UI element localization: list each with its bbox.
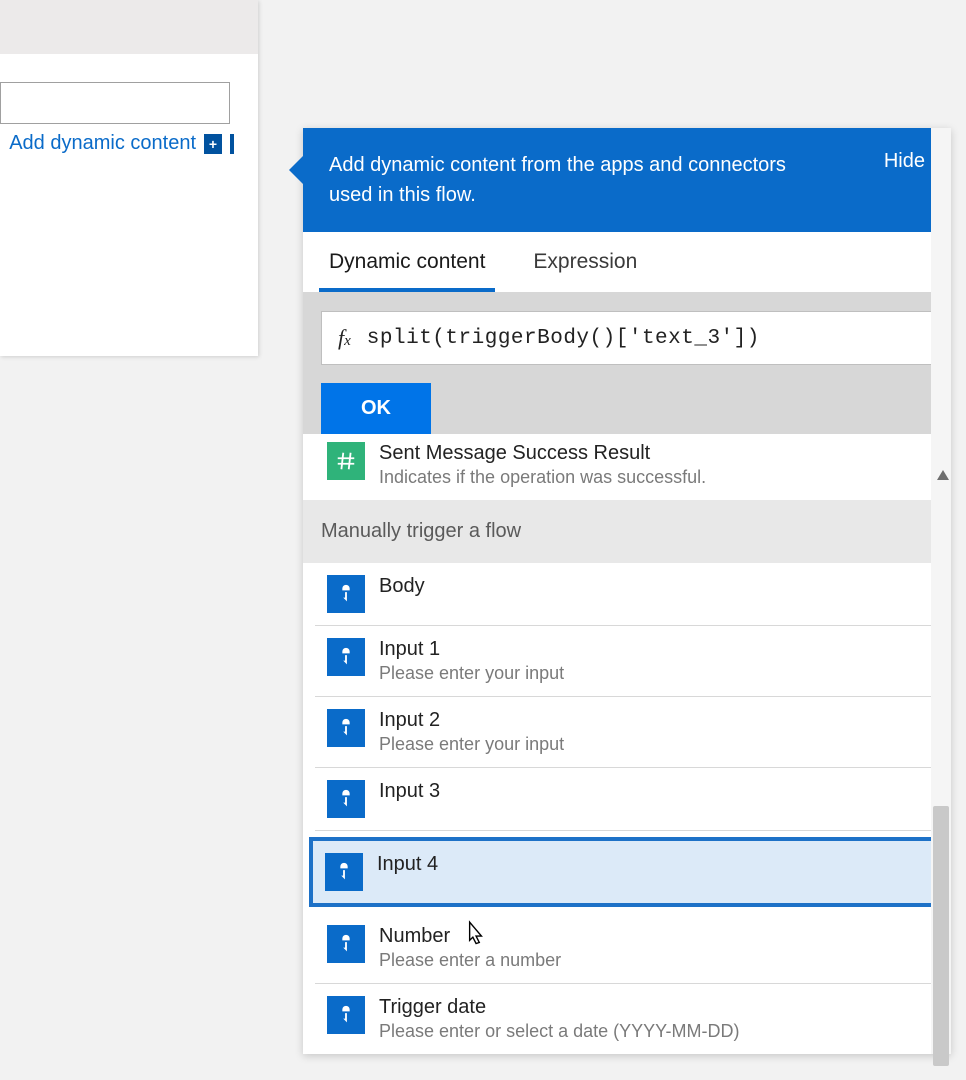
scrollbar[interactable] xyxy=(931,128,951,1054)
tabs: Dynamic content Expression xyxy=(303,232,951,293)
tab-expression[interactable]: Expression xyxy=(523,232,647,292)
item-title: Input 1 xyxy=(379,638,564,661)
trigger-icon xyxy=(325,853,363,891)
trigger-icon xyxy=(327,925,365,963)
list-item-input3[interactable]: Input 3 xyxy=(315,768,939,831)
plus-icon[interactable]: + xyxy=(204,134,222,154)
tab-dynamic-content[interactable]: Dynamic content xyxy=(319,232,495,292)
item-sub: Indicates if the operation was successfu… xyxy=(379,467,706,488)
scrollbar-thumb[interactable] xyxy=(933,806,949,1066)
trigger-icon xyxy=(327,780,365,818)
plus-side xyxy=(230,134,234,154)
item-title: Sent Message Success Result xyxy=(379,442,706,465)
trigger-icon xyxy=(327,996,365,1034)
expression-code: split(triggerBody()['text_3']) xyxy=(367,327,760,350)
trigger-icon xyxy=(327,638,365,676)
add-dynamic-link[interactable]: Add dynamic content xyxy=(9,132,196,155)
item-title: Input 2 xyxy=(379,709,564,732)
list-item-trigger-date[interactable]: Trigger date Please enter or select a da… xyxy=(315,984,939,1054)
flyout-arrow-icon xyxy=(289,156,303,184)
list-item-number[interactable]: Number Please enter a number xyxy=(315,913,939,984)
expression-area: fx split(triggerBody()['text_3']) OK xyxy=(303,293,951,434)
item-title: Input 3 xyxy=(379,780,440,803)
hide-button[interactable]: Hide xyxy=(884,150,925,173)
scroll-up-icon[interactable] xyxy=(937,470,949,480)
trigger-icon xyxy=(327,575,365,613)
item-title: Trigger date xyxy=(379,996,739,1019)
parameter-input[interactable] xyxy=(0,82,230,124)
section-header: Manually trigger a flow xyxy=(303,500,951,563)
flyout-header-text: Add dynamic content from the apps and co… xyxy=(329,150,809,210)
flyout-header: Add dynamic content from the apps and co… xyxy=(303,128,951,232)
expression-input[interactable]: fx split(triggerBody()['text_3']) xyxy=(321,311,933,365)
item-title: Number xyxy=(379,925,561,948)
card-header xyxy=(0,0,258,54)
item-sub: Please enter or select a date (YYYY-MM-D… xyxy=(379,1021,739,1042)
add-dynamic-row[interactable]: Add dynamic content + xyxy=(0,124,258,155)
list-item[interactable]: Sent Message Success Result Indicates if… xyxy=(315,434,939,500)
ok-button[interactable]: OK xyxy=(321,383,431,434)
list-item-input2[interactable]: Input 2 Please enter your input xyxy=(315,697,939,768)
dynamic-content-flyout: Add dynamic content from the apps and co… xyxy=(303,128,951,1054)
fx-icon: fx xyxy=(322,325,367,351)
list-item-input4[interactable]: Input 4 xyxy=(309,837,945,907)
item-title: Input 4 xyxy=(377,853,438,876)
item-sub: Please enter your input xyxy=(379,663,564,684)
item-sub: Please enter a number xyxy=(379,950,561,971)
trigger-icon xyxy=(327,709,365,747)
item-title: Body xyxy=(379,575,425,598)
hash-icon xyxy=(327,442,365,480)
list-item-body[interactable]: Body xyxy=(315,563,939,626)
action-card: Add dynamic content + xyxy=(0,0,258,356)
list-item-input1[interactable]: Input 1 Please enter your input xyxy=(315,626,939,697)
item-sub: Please enter your input xyxy=(379,734,564,755)
token-list: Sent Message Success Result Indicates if… xyxy=(303,434,951,1054)
